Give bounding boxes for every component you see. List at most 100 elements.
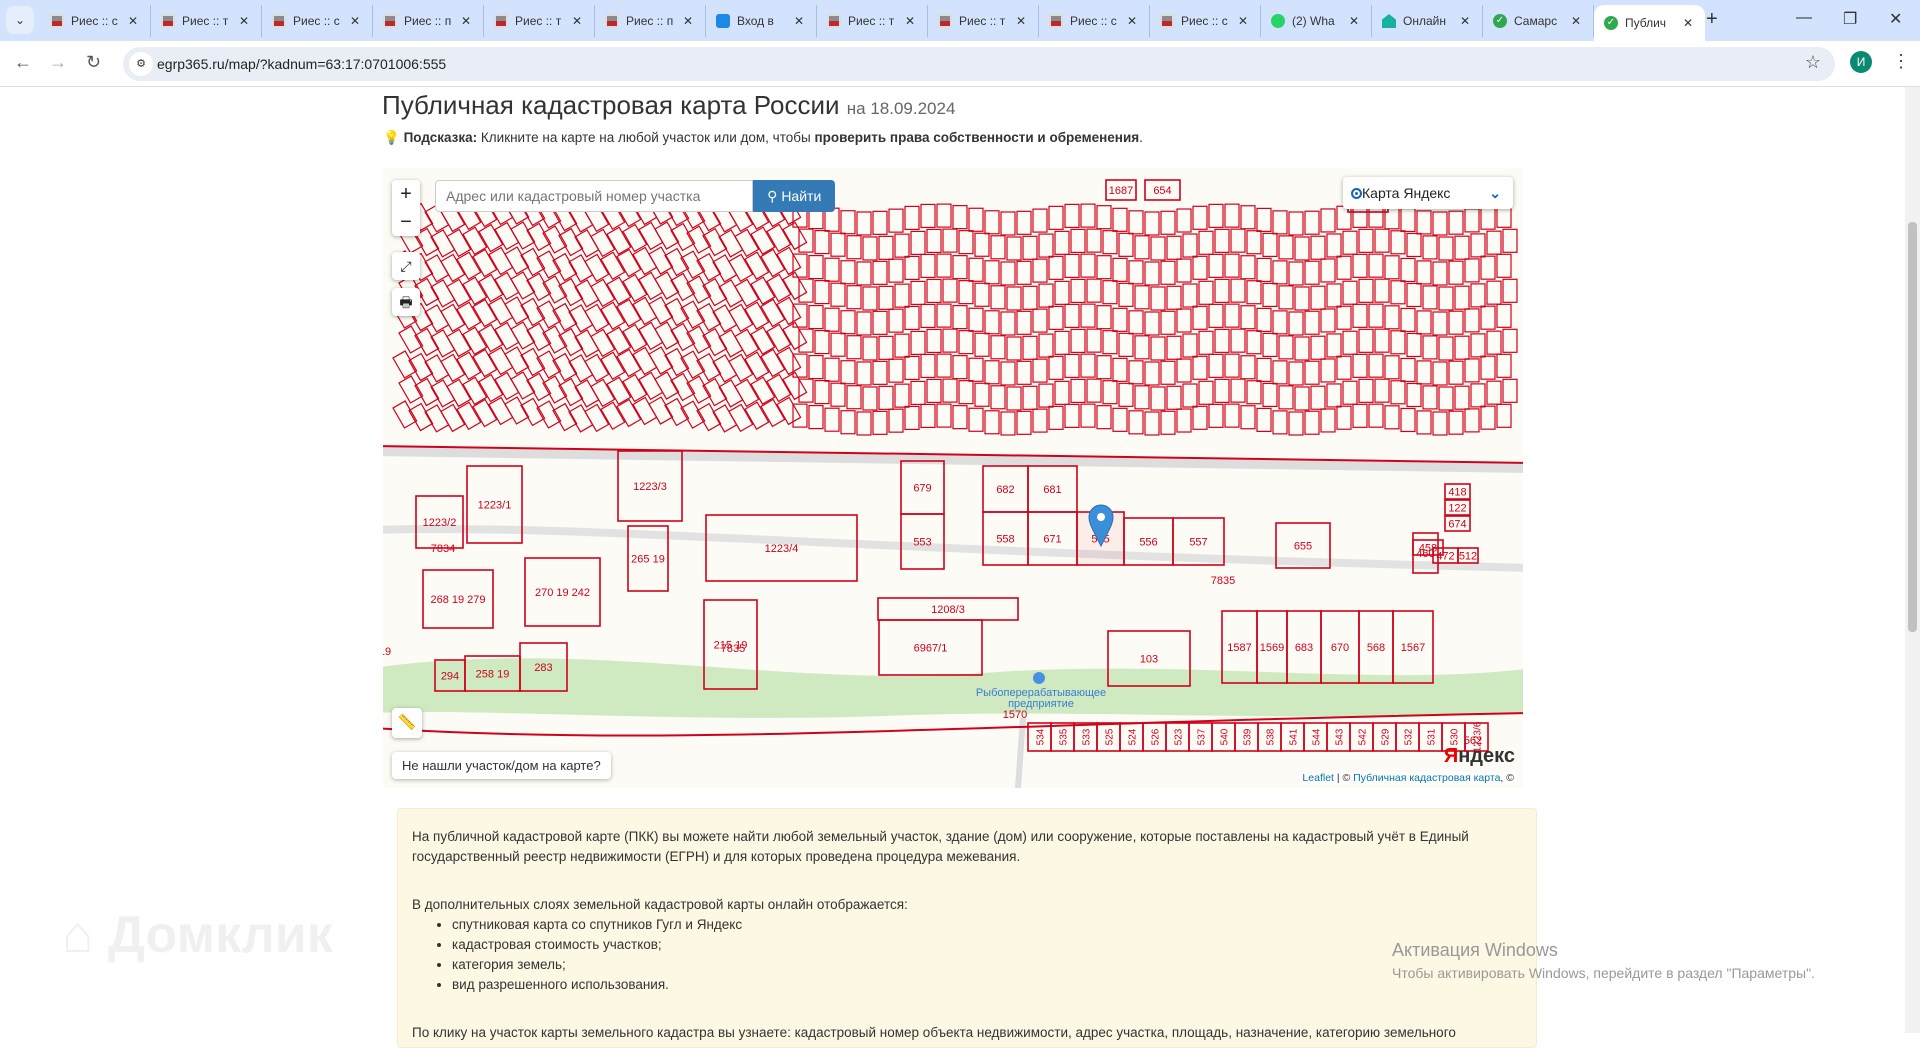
parcel[interactable] bbox=[840, 360, 856, 385]
parcel[interactable] bbox=[872, 360, 888, 385]
parcel[interactable] bbox=[926, 228, 942, 254]
parcel[interactable] bbox=[942, 328, 958, 353]
parcel[interactable] bbox=[1096, 305, 1112, 330]
parcel[interactable] bbox=[408, 352, 434, 382]
parcel[interactable] bbox=[1054, 280, 1070, 305]
parcel[interactable] bbox=[1406, 282, 1422, 308]
parcel[interactable] bbox=[1480, 255, 1496, 280]
parcel[interactable] bbox=[1304, 260, 1320, 285]
parcel[interactable] bbox=[1390, 280, 1406, 305]
parcel[interactable] bbox=[1246, 230, 1262, 255]
parcel[interactable] bbox=[456, 251, 482, 281]
parcel[interactable] bbox=[1214, 328, 1230, 353]
parcel[interactable] bbox=[1198, 380, 1214, 405]
parcel[interactable] bbox=[1080, 303, 1096, 328]
parcel[interactable] bbox=[910, 280, 926, 306]
parcel[interactable] bbox=[536, 250, 562, 279]
parcel[interactable] bbox=[520, 247, 546, 277]
parcel[interactable] bbox=[1038, 383, 1054, 408]
parcel[interactable] bbox=[558, 277, 584, 307]
parcel[interactable] bbox=[1038, 233, 1054, 258]
parcel[interactable] bbox=[1358, 278, 1374, 303]
parcel[interactable] bbox=[1368, 303, 1384, 328]
parcel[interactable] bbox=[392, 400, 418, 429]
parcel[interactable] bbox=[1134, 235, 1150, 260]
parcel[interactable] bbox=[1288, 261, 1304, 286]
parcel[interactable] bbox=[910, 380, 926, 406]
parcel[interactable] bbox=[824, 257, 840, 282]
parcel[interactable] bbox=[670, 272, 696, 302]
parcel[interactable] bbox=[1262, 282, 1278, 308]
parcel[interactable] bbox=[1390, 380, 1406, 405]
pkk-link[interactable]: Публичная кадастровая карта bbox=[1353, 772, 1500, 784]
parcel[interactable] bbox=[990, 285, 1006, 310]
parcel[interactable] bbox=[1102, 230, 1118, 255]
parcel[interactable] bbox=[920, 303, 936, 329]
tab-close-icon[interactable]: ✕ bbox=[1571, 14, 1581, 28]
parcel[interactable] bbox=[552, 402, 578, 432]
parcel[interactable] bbox=[1374, 228, 1390, 253]
parcel[interactable] bbox=[526, 272, 552, 302]
parcel[interactable] bbox=[926, 328, 942, 354]
parcel[interactable] bbox=[536, 400, 562, 429]
parcel[interactable] bbox=[1230, 328, 1246, 353]
parcel[interactable] bbox=[520, 297, 546, 327]
parcel[interactable] bbox=[1320, 258, 1336, 283]
parcel[interactable] bbox=[1160, 310, 1176, 335]
parcel[interactable] bbox=[696, 352, 722, 382]
parcel[interactable] bbox=[990, 335, 1006, 360]
parcel[interactable] bbox=[1262, 332, 1278, 358]
parcel[interactable] bbox=[776, 346, 802, 376]
parcel[interactable] bbox=[1192, 205, 1208, 230]
parcel[interactable] bbox=[398, 375, 424, 404]
parcel[interactable] bbox=[958, 280, 974, 305]
parcel[interactable] bbox=[840, 410, 856, 435]
parcel[interactable] bbox=[1342, 380, 1358, 405]
parcel[interactable] bbox=[872, 410, 888, 435]
parcel[interactable] bbox=[1502, 278, 1518, 303]
parcel[interactable] bbox=[622, 273, 648, 303]
parcel[interactable] bbox=[1294, 236, 1310, 261]
parcel[interactable] bbox=[1422, 235, 1438, 260]
parcel[interactable] bbox=[664, 247, 690, 277]
parcel[interactable] bbox=[1496, 353, 1512, 378]
parcel[interactable] bbox=[984, 310, 1000, 335]
parcel[interactable] bbox=[904, 405, 920, 431]
parcel[interactable] bbox=[1432, 361, 1448, 386]
parcel[interactable] bbox=[1096, 205, 1112, 230]
parcel[interactable] bbox=[1464, 258, 1480, 283]
parcel[interactable] bbox=[558, 377, 584, 407]
parcel[interactable] bbox=[1150, 286, 1166, 311]
parcel[interactable] bbox=[520, 347, 546, 377]
parcel[interactable] bbox=[702, 277, 728, 307]
parcel[interactable] bbox=[1486, 330, 1502, 355]
parcel[interactable] bbox=[1256, 257, 1272, 283]
parcel[interactable] bbox=[1064, 253, 1080, 278]
parcel[interactable] bbox=[1064, 303, 1080, 328]
parcel[interactable] bbox=[920, 203, 936, 229]
parcel[interactable] bbox=[1336, 255, 1352, 280]
parcel[interactable] bbox=[1454, 235, 1470, 260]
parcel[interactable] bbox=[1256, 407, 1272, 433]
parcel[interactable] bbox=[1182, 383, 1198, 408]
parcel[interactable] bbox=[1016, 360, 1032, 385]
parcel[interactable] bbox=[1400, 357, 1416, 383]
new-tab-button[interactable]: + bbox=[1706, 8, 1718, 31]
parcel[interactable] bbox=[936, 303, 952, 328]
parcel[interactable] bbox=[1272, 210, 1288, 235]
tab-close-icon[interactable]: ✕ bbox=[683, 14, 693, 28]
browser-tab[interactable]: Риес :: с ✕ bbox=[1039, 5, 1150, 37]
tab-close-icon[interactable]: ✕ bbox=[1349, 14, 1359, 28]
parcel[interactable] bbox=[1112, 207, 1128, 232]
parcel[interactable] bbox=[670, 322, 696, 352]
parcel[interactable] bbox=[856, 411, 872, 436]
parcel[interactable] bbox=[1192, 255, 1208, 280]
parcel[interactable] bbox=[1054, 230, 1070, 255]
parcel[interactable] bbox=[1320, 408, 1336, 433]
parcel[interactable] bbox=[552, 352, 578, 382]
parcel[interactable] bbox=[1470, 333, 1486, 358]
parcel[interactable] bbox=[840, 310, 856, 335]
omnibox[interactable]: ⚙ egrp365.ru/map/?kadnum=63:17:0701006:5… bbox=[123, 47, 1835, 81]
parcel[interactable] bbox=[1112, 257, 1128, 282]
parcel[interactable] bbox=[872, 310, 888, 335]
